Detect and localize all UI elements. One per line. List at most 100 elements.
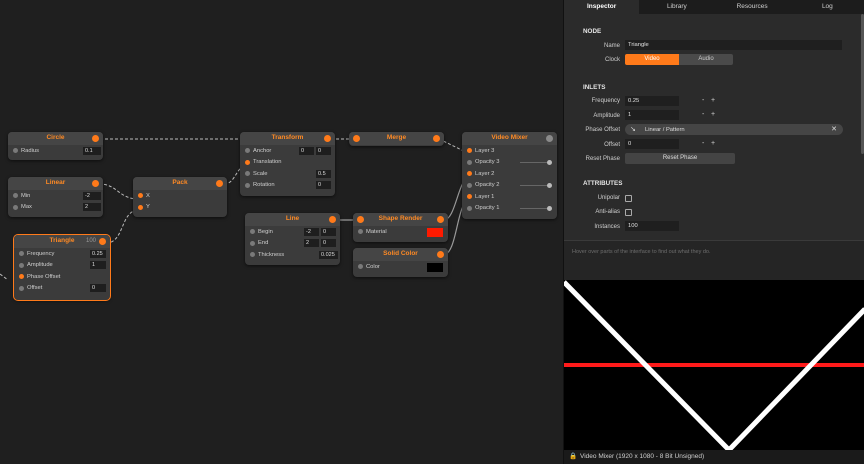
tab-inspector[interactable]: Inspector — [564, 0, 640, 14]
clock-option-audio[interactable]: Audio — [679, 54, 733, 65]
output-port[interactable] — [216, 180, 223, 187]
anchor-x-field[interactable]: 0 — [299, 146, 314, 155]
clock-label: Clock — [604, 57, 620, 63]
reset-phase-button[interactable]: Reset Phase — [625, 153, 735, 164]
node-title: Pack — [172, 179, 188, 186]
lock-icon[interactable]: 🔒 — [569, 450, 577, 464]
offset-decrement[interactable]: - — [702, 139, 704, 149]
tab-log[interactable]: Log — [790, 0, 864, 14]
opacity3-knob[interactable] — [547, 159, 552, 165]
anchor-y-field[interactable]: 0 — [316, 146, 331, 155]
end-label: End — [258, 240, 269, 246]
unipolar-checkbox[interactable] — [625, 195, 632, 202]
amplitude-increment[interactable]: + — [711, 110, 715, 120]
layer3-label: Layer 3 — [475, 147, 495, 154]
offset-input[interactable]: 0 — [625, 139, 679, 149]
rotation-field[interactable]: 0 — [316, 181, 331, 189]
amplitude-decrement[interactable]: - — [702, 110, 704, 120]
node-title: Solid Color — [383, 250, 418, 257]
node-circle[interactable]: Circle Radius 0.1 — [8, 132, 103, 160]
phase-offset-link[interactable]: ↘ Linear / Pattern ✕ — [625, 124, 843, 135]
inlet-port-connected[interactable] — [467, 148, 472, 153]
inlet-port[interactable] — [245, 148, 250, 153]
offset-increment[interactable]: + — [711, 139, 715, 149]
material-color-swatch[interactable] — [427, 227, 443, 237]
inlet-port[interactable] — [250, 240, 255, 246]
unipolar-label: Unipolar — [597, 195, 620, 201]
node-video-mixer[interactable]: Video Mixer Layer 3 Opacity 3 Layer 2 Op… — [462, 132, 557, 219]
inlet-port[interactable] — [358, 264, 363, 269]
inlet-port-connected[interactable] — [138, 193, 143, 198]
inlet-port[interactable] — [467, 205, 472, 211]
inlet-port[interactable] — [250, 229, 255, 234]
end-x-field[interactable]: 2 — [304, 239, 319, 247]
scale-field[interactable]: 0.5 — [316, 169, 331, 178]
node-linear[interactable]: Linear Min -2 Max 2 — [8, 177, 103, 217]
opacity2-knob[interactable] — [547, 182, 552, 188]
output-port[interactable] — [92, 180, 99, 187]
end-y-field[interactable]: 0 — [321, 239, 336, 247]
inlet-port[interactable] — [467, 159, 472, 165]
instances-input[interactable]: 100 — [625, 221, 679, 231]
amplitude-field[interactable]: 1 — [90, 261, 106, 269]
name-input[interactable]: Triangle — [625, 40, 842, 50]
tab-library[interactable]: Library — [639, 0, 714, 14]
inlet-port-connected[interactable] — [467, 194, 472, 199]
output-port[interactable] — [92, 135, 99, 142]
inlet-port[interactable] — [13, 148, 18, 153]
output-port[interactable] — [437, 216, 444, 223]
node-transform[interactable]: Transform Anchor 0 0 Translation Scale 0.5 … — [240, 132, 335, 196]
opacity1-knob[interactable] — [547, 205, 552, 211]
min-field[interactable]: -2 — [83, 191, 101, 200]
inlet-port[interactable] — [13, 204, 18, 210]
clock-option-video[interactable]: Video — [625, 54, 679, 65]
opacity3-slider[interactable] — [520, 161, 550, 163]
node-solid-color[interactable]: Solid Color Color — [353, 248, 448, 277]
opacity1-slider[interactable] — [520, 207, 550, 209]
node-graph-canvas[interactable]: Circle Radius 0.1 Linear Min -2 Max 2 Trian… — [0, 0, 563, 464]
antialias-checkbox[interactable] — [625, 209, 632, 216]
help-area: Hover over parts of the interface to fin… — [564, 240, 864, 280]
inlet-port[interactable] — [19, 251, 24, 256]
inlet-port[interactable] — [19, 285, 24, 291]
inlet-port[interactable] — [19, 262, 24, 268]
frequency-increment[interactable]: + — [711, 96, 715, 106]
max-field[interactable]: 2 — [83, 203, 101, 211]
begin-x-field[interactable]: -2 — [304, 227, 319, 236]
begin-y-field[interactable]: 0 — [321, 227, 336, 236]
inlet-port-connected[interactable] — [138, 204, 143, 210]
frequency-input[interactable]: 0.25 — [625, 96, 679, 106]
output-port[interactable] — [433, 135, 440, 142]
thickness-field[interactable]: 0.025 — [319, 250, 338, 259]
node-shape-render[interactable]: Shape Render Material — [353, 213, 448, 242]
frequency-decrement[interactable]: - — [702, 96, 704, 106]
output-port[interactable] — [324, 135, 331, 142]
inlet-port-connected[interactable] — [467, 171, 472, 176]
output-port[interactable] — [329, 216, 336, 223]
node-pack[interactable]: Pack X Y — [133, 177, 227, 217]
offset-field[interactable]: 0 — [90, 284, 106, 292]
inlet-port-connected[interactable] — [245, 159, 250, 165]
inlet-port[interactable] — [467, 182, 472, 188]
inlet-port[interactable] — [13, 193, 18, 198]
frequency-field[interactable]: 0.25 — [90, 249, 106, 258]
amplitude-input[interactable]: 1 — [625, 110, 679, 120]
close-icon[interactable]: ✕ — [831, 125, 837, 133]
node-merge[interactable]: Merge — [349, 132, 444, 146]
inlet-port[interactable] — [358, 229, 363, 234]
node-line[interactable]: Line Begin -2 0 End 2 0 Thickness 0.025 — [245, 213, 340, 265]
color-swatch[interactable] — [427, 262, 443, 272]
output-port[interactable] — [99, 238, 106, 245]
frequency-label: Frequency — [591, 98, 620, 104]
inlet-port[interactable] — [245, 182, 250, 188]
output-port[interactable] — [546, 135, 553, 142]
radius-field[interactable]: 0.1 — [83, 146, 101, 155]
inlet-port-connected[interactable] — [19, 274, 24, 279]
clock-selector[interactable]: Video Audio — [625, 54, 733, 65]
inlet-port[interactable] — [245, 171, 250, 176]
output-port[interactable] — [437, 251, 444, 258]
node-triangle[interactable]: Triangle 100 Frequency 0.25 Amplitude 1 Pha… — [13, 234, 111, 301]
tab-resources[interactable]: Resources — [715, 0, 790, 14]
opacity2-slider[interactable] — [520, 184, 550, 186]
inlet-port[interactable] — [250, 252, 255, 257]
